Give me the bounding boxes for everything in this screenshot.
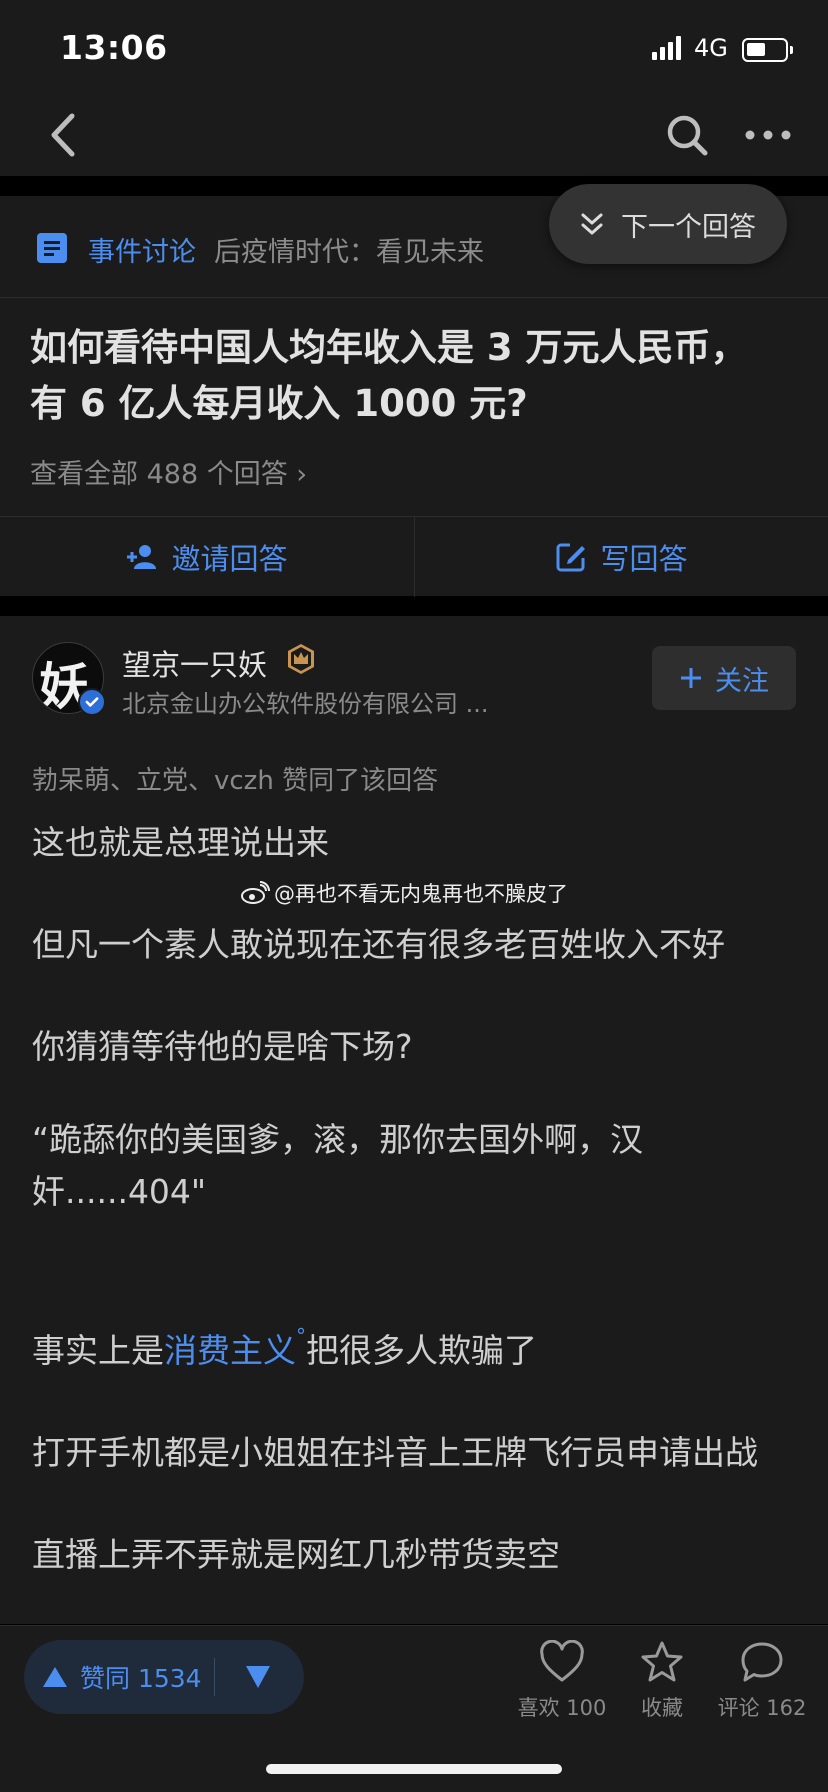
comment-bubble-icon <box>741 1642 783 1682</box>
downvote-button[interactable] <box>244 1664 272 1690</box>
triangle-up-icon <box>43 1667 67 1687</box>
upvote-label: 赞同 1534 <box>80 1664 202 1693</box>
answer-paragraph: 你猜猜等待他的是啥下场? <box>32 1027 413 1066</box>
collect-button[interactable]: 收藏 <box>612 1640 712 1720</box>
next-answer-button[interactable]: 下一个回答 <box>549 184 787 264</box>
vote-pill: 赞同 1534 <box>24 1640 304 1714</box>
answer-card: 妖 望京一只妖 北京金山办公软件股份有限公司 ... 关注 勃呆萌、立党、vcz… <box>0 616 828 1624</box>
invite-answer-label: 邀请回答 <box>171 542 288 576</box>
crown-badge-icon <box>288 644 314 674</box>
invite-answer-button[interactable]: 邀请回答 <box>0 517 413 597</box>
plus-icon <box>681 668 701 688</box>
edit-icon <box>556 543 586 572</box>
voters-line[interactable]: 勃呆萌、立党、vczh 赞同了该回答 <box>32 760 438 797</box>
more-dots-icon[interactable] <box>744 112 792 158</box>
bottom-action-bar: 赞同 1534 喜欢 100 收藏 评论 162 <box>0 1625 828 1792</box>
vote-divider <box>214 1658 215 1696</box>
topic-title: 后疫情时代：看见未来 <box>214 237 484 268</box>
topic-label: 事件讨论 <box>88 237 196 268</box>
double-chevron-down-icon <box>581 213 603 235</box>
answer-paragraph: 这也就是总理说出来 <box>32 823 329 862</box>
answer-paragraph: 直播上弄不弄就是网红几秒带货卖空 <box>32 1535 560 1574</box>
watermark: @再也不看无内鬼再也不臊皮了 <box>240 878 568 908</box>
home-indicator[interactable] <box>266 1764 562 1774</box>
answer-paragraph: “跪舔你的美国爹，滚，那你去国外啊，汉奸......404" <box>32 1120 644 1211</box>
battery-icon <box>742 38 793 62</box>
answer-paragraph: 但凡一个素人敢说现在还有很多老百姓收入不好 <box>32 925 725 964</box>
document-icon <box>37 233 67 263</box>
paragraph-text: 事实上是 <box>32 1331 164 1370</box>
answer-paragraph: 事实上是消费主义°把很多人欺骗了 <box>32 1324 537 1372</box>
follow-label: 关注 <box>715 665 769 697</box>
status-bar: 13:06 4G <box>0 0 828 96</box>
search-link-icon: ° <box>296 1324 306 1348</box>
watermark-text: @再也不看无内鬼再也不臊皮了 <box>274 882 568 906</box>
network-type: 4G <box>694 34 728 62</box>
like-label: 喜欢 100 <box>517 1696 607 1720</box>
paragraph-text: 把很多人欺骗了 <box>306 1331 537 1370</box>
author-name[interactable]: 望京一只妖 <box>122 642 267 684</box>
add-person-icon <box>127 545 157 569</box>
heart-icon <box>540 1640 584 1682</box>
question-actions: 邀请回答 写回答 <box>0 516 828 597</box>
write-answer-label: 写回答 <box>600 542 688 576</box>
answer-paragraph: 打开手机都是小姐姐在抖音上王牌飞行员申请出战 <box>32 1433 758 1472</box>
author-organization: 北京金山办公软件股份有限公司 ... <box>122 690 489 718</box>
search-icon[interactable] <box>664 112 710 158</box>
like-button[interactable]: 喜欢 100 <box>512 1640 612 1720</box>
follow-button[interactable]: 关注 <box>652 646 796 710</box>
signal-icon <box>652 36 682 60</box>
collect-label: 收藏 <box>641 1696 683 1720</box>
question-title[interactable]: 如何看待中国人均年收入是 3 万元人民币，有 6 亿人每月收入 1000 元? <box>30 320 770 432</box>
star-icon <box>641 1641 683 1682</box>
write-answer-button[interactable]: 写回答 <box>414 517 827 597</box>
weibo-logo-icon <box>241 881 270 904</box>
verified-badge-icon <box>78 688 106 716</box>
nav-bar <box>0 96 828 176</box>
chevron-left-icon[interactable] <box>42 110 86 160</box>
view-all-answers-link[interactable]: 查看全部 488 个回答 › <box>30 452 307 491</box>
status-time: 13:06 <box>60 28 168 67</box>
next-answer-label: 下一个回答 <box>621 211 756 243</box>
consumerism-link[interactable]: 消费主义 <box>164 1331 296 1370</box>
upvote-button[interactable]: 赞同 1534 <box>42 1640 202 1714</box>
comment-button[interactable]: 评论 162 <box>712 1640 812 1720</box>
comment-label: 评论 162 <box>717 1696 807 1720</box>
